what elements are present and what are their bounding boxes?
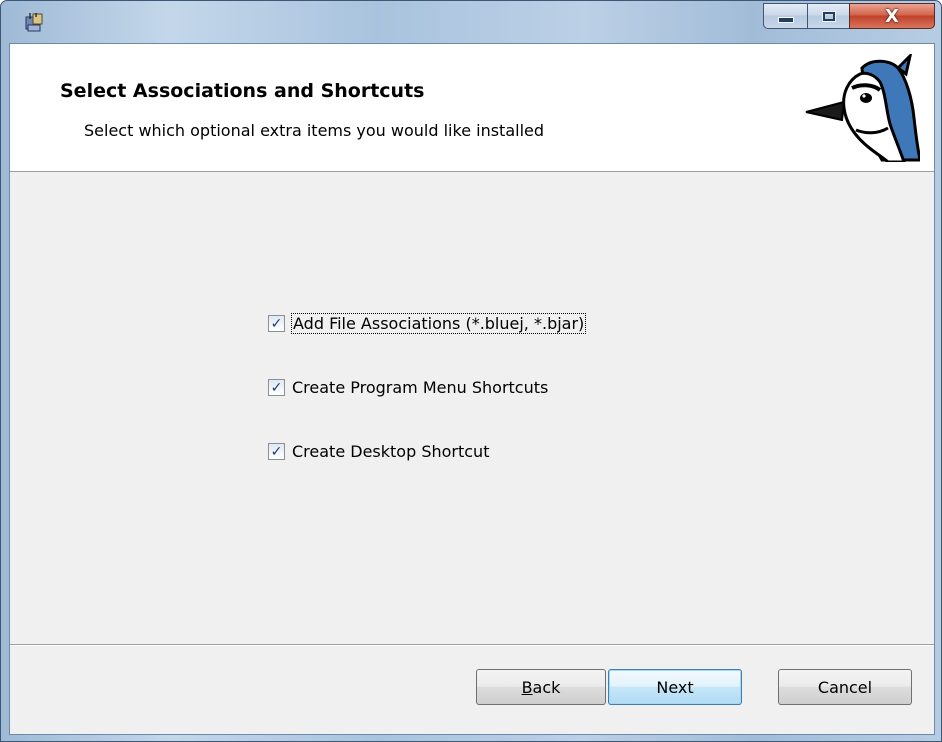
back-label: ack (532, 677, 561, 697)
maximize-button[interactable] (807, 3, 849, 29)
minimize-button[interactable] (763, 3, 807, 29)
dialog-client-area: Select Associations and Shortcuts Select… (9, 43, 935, 735)
next-label: Next (656, 677, 694, 697)
close-icon: X (885, 5, 899, 27)
option-label[interactable]: Add File Associations (*.bluej, *.bjar) (290, 313, 587, 334)
checkbox-file-associations[interactable]: ✓ (268, 315, 285, 332)
installer-icon[interactable] (23, 11, 45, 33)
maximize-icon (822, 11, 835, 21)
cancel-label: Cancel (817, 677, 873, 697)
checkbox-program-menu-shortcuts[interactable]: ✓ (268, 379, 285, 396)
option-label[interactable]: Create Program Menu Shortcuts (292, 378, 548, 397)
close-button[interactable]: X (849, 3, 935, 29)
back-mnemonic: B (521, 677, 533, 697)
option-program-menu-shortcuts[interactable]: ✓ Create Program Menu Shortcuts (268, 378, 548, 397)
checkmark-icon: ✓ (270, 379, 283, 396)
installer-window: X Select Associations and Shortcuts Sele… (0, 0, 942, 742)
checkbox-desktop-shortcut[interactable]: ✓ (268, 443, 285, 460)
checkmark-icon: ✓ (270, 443, 283, 460)
option-file-associations[interactable]: ✓ Add File Associations (*.bluej, *.bjar… (268, 313, 587, 334)
header-banner: Select Associations and Shortcuts Select… (10, 44, 934, 172)
footer-divider (10, 644, 934, 646)
checkmark-icon: ✓ (270, 315, 283, 332)
cancel-button[interactable]: Cancel (778, 669, 912, 705)
caption-buttons: X (763, 3, 935, 29)
bluej-bird-logo (805, 54, 920, 162)
title-bar[interactable]: X (1, 1, 942, 43)
next-button[interactable]: Next (608, 669, 742, 705)
page-subtitle: Select which optional extra items you wo… (84, 121, 545, 140)
back-button[interactable]: Back (476, 669, 606, 705)
option-label[interactable]: Create Desktop Shortcut (292, 442, 489, 461)
page-title: Select Associations and Shortcuts (60, 80, 425, 102)
minimize-icon (777, 17, 794, 23)
option-desktop-shortcut[interactable]: ✓ Create Desktop Shortcut (268, 442, 489, 461)
